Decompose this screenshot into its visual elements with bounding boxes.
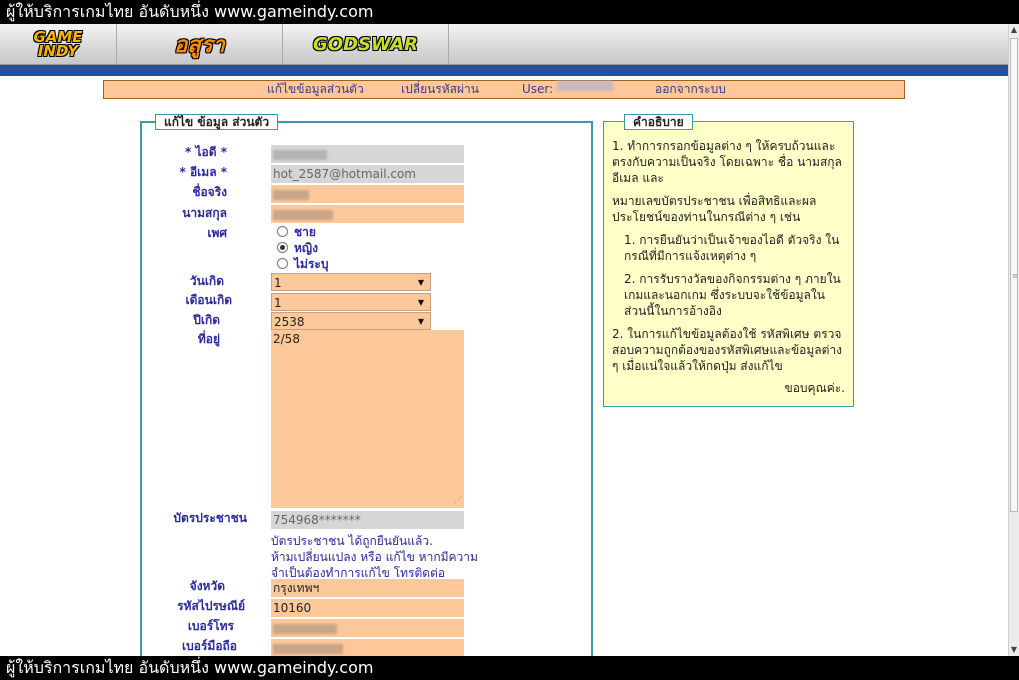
mobile-input[interactable] <box>271 639 464 657</box>
username-redacted <box>557 81 614 91</box>
help-box: 1. ทำการกรอกข้อมูลต่าง ๆ ให้ครบถ้วนและตร… <box>603 121 854 407</box>
logout-link[interactable]: ออกจากระบบ <box>655 81 726 98</box>
id-redacted <box>273 149 327 160</box>
profile-form-legend: แก้ไข ข้อมูล ส่วนตัว <box>155 114 279 130</box>
help-paragraph: 2. ในการแก้ไขข้อมูลต้องใช้ รหัสพิเศษ ตรว… <box>612 327 843 373</box>
help-paragraph: 2. การรับรางวัลของกิจกรรมต่าง ๆ ภายในเกม… <box>624 272 841 318</box>
birth-year-select[interactable]: 2538 ▼ <box>271 312 431 330</box>
birth-month-label: เดือนเกิด <box>185 293 232 307</box>
change-password-link[interactable]: เปลี่ยนรหัสผ่าน <box>401 81 479 98</box>
birth-day-select[interactable]: 1 ▼ <box>271 273 431 291</box>
gameindy-logo-line2: INDY <box>37 42 79 60</box>
mobile-redacted <box>273 643 343 654</box>
last-name-redacted <box>273 209 333 220</box>
godswar-logo: GODSWAR <box>313 33 418 55</box>
citizen-id-label: บัตรประชาชน <box>173 511 247 525</box>
blue-divider <box>0 65 1008 76</box>
phone-redacted <box>273 623 337 634</box>
birth-year-label: ปีเกิด <box>193 313 220 327</box>
gender-female-label: หญิง <box>294 241 318 255</box>
first-name-label: ชื่อจริง <box>192 185 227 199</box>
birth-year-value: 2538 <box>274 315 305 329</box>
gameindy-tab[interactable]: GAME INDY <box>0 24 117 64</box>
first-name-redacted <box>273 189 309 200</box>
radio-female-icon[interactable] <box>277 242 288 253</box>
birth-day-label: วันเกิด <box>189 274 224 288</box>
province-label: จังหวัด <box>189 579 225 593</box>
birth-day-value: 1 <box>274 276 282 290</box>
gender-unspecified-label: ไม่ระบุ <box>294 257 329 271</box>
gender-option-unspecified[interactable]: ไม่ระบุ <box>277 256 328 272</box>
scroll-up-arrow-icon[interactable]: ▲ <box>1009 24 1019 36</box>
postcode-input[interactable]: 10160 <box>271 599 464 617</box>
radio-male-icon[interactable] <box>277 226 288 237</box>
phone-input[interactable] <box>271 619 464 637</box>
scroll-grip-icon: ≡ <box>1012 272 1018 280</box>
bottom-banner: ผู้ให้บริการเกมไทย อันดับหนึ่ง www.gamei… <box>0 656 1019 680</box>
gender-male-label: ชาย <box>294 225 316 239</box>
birth-month-value: 1 <box>274 296 282 310</box>
scroll-down-arrow-icon[interactable]: ▼ <box>1009 644 1019 656</box>
id-label: * ไอดี * <box>185 145 227 159</box>
last-name-input[interactable] <box>271 205 464 223</box>
postcode-label: รหัสไปรษณีย์ <box>177 599 245 613</box>
address-textarea[interactable]: 2/58 ⋰ <box>271 330 464 508</box>
chevron-down-icon: ▼ <box>417 278 424 287</box>
godswar-tab[interactable]: GODSWAR <box>283 24 449 64</box>
edit-profile-link[interactable]: แก้ไขข้อมูลส่วนตัว <box>267 81 364 98</box>
mobile-label: เบอร์มือถือ <box>182 639 237 653</box>
help-paragraph: 1. การยืนยันว่าเป็นเจ้าของไอดี ตัวจริง ใ… <box>624 233 840 263</box>
scroll-thumb[interactable]: ≡ <box>1010 38 1018 512</box>
first-name-input[interactable] <box>271 185 464 203</box>
citizen-id-note: บัตรประชาชน ได้ถูกยืนยันแล้ว. ห้ามเปลี่ย… <box>271 533 501 581</box>
page-scrollbar[interactable]: ▲ ≡ ▼ <box>1008 24 1019 656</box>
gender-option-male[interactable]: ชาย <box>277 224 316 240</box>
birth-month-select[interactable]: 1 ▼ <box>271 293 431 311</box>
chevron-down-icon: ▼ <box>417 298 424 307</box>
top-banner: ผู้ให้บริการเกมไทย อันดับหนึ่ง www.gamei… <box>0 0 1019 24</box>
radio-unspecified-icon[interactable] <box>277 258 288 269</box>
asura-logo: อสูรา <box>174 32 225 58</box>
user-display: User: <box>522 81 614 98</box>
gender-label: เพศ <box>207 226 227 240</box>
asura-tab[interactable]: อสูรา <box>117 24 283 64</box>
last-name-label: นามสกุล <box>182 206 227 220</box>
game-nav-bar: GAME INDY อสูรา GODSWAR <box>0 24 1008 65</box>
phone-label: เบอร์โทร <box>187 619 234 633</box>
email-field: hot_2587@hotmail.com <box>271 165 464 183</box>
address-value: 2/58 <box>273 332 300 346</box>
citizen-note-line: บัตรประชาชน ได้ถูกยืนยันแล้ว. <box>271 534 433 548</box>
citizen-id-field: 754968******* <box>271 511 464 529</box>
account-menu-bar: แก้ไขข้อมูลส่วนตัว เปลี่ยนรหัสผ่าน User:… <box>103 80 905 99</box>
chevron-down-icon: ▼ <box>417 317 424 326</box>
help-thanks: ขอบคุณค่ะ. <box>784 381 845 395</box>
province-input[interactable]: กรุงเทพฯ <box>271 579 464 597</box>
gameindy-logo: GAME INDY <box>33 30 82 60</box>
help-legend: คำอธิบาย <box>624 114 693 130</box>
user-label: User: <box>522 82 554 96</box>
citizen-note-line: ห้ามเปลี่ยนแปลง หรือ แก้ไข หากมีความ <box>271 550 478 564</box>
help-paragraph: 1. ทำการกรอกข้อมูลต่าง ๆ ให้ครบถ้วนและตร… <box>612 139 842 185</box>
address-label: ที่อยู่ <box>197 332 220 346</box>
email-label: * อีเมล * <box>179 165 227 179</box>
gender-option-female[interactable]: หญิง <box>277 240 318 256</box>
id-field <box>271 145 464 163</box>
resize-handle-icon[interactable]: ⋰ <box>454 492 462 507</box>
help-paragraph: หมายเลขบัตรประชาชน เพื่อสิทธิและผลประโยช… <box>612 194 817 224</box>
